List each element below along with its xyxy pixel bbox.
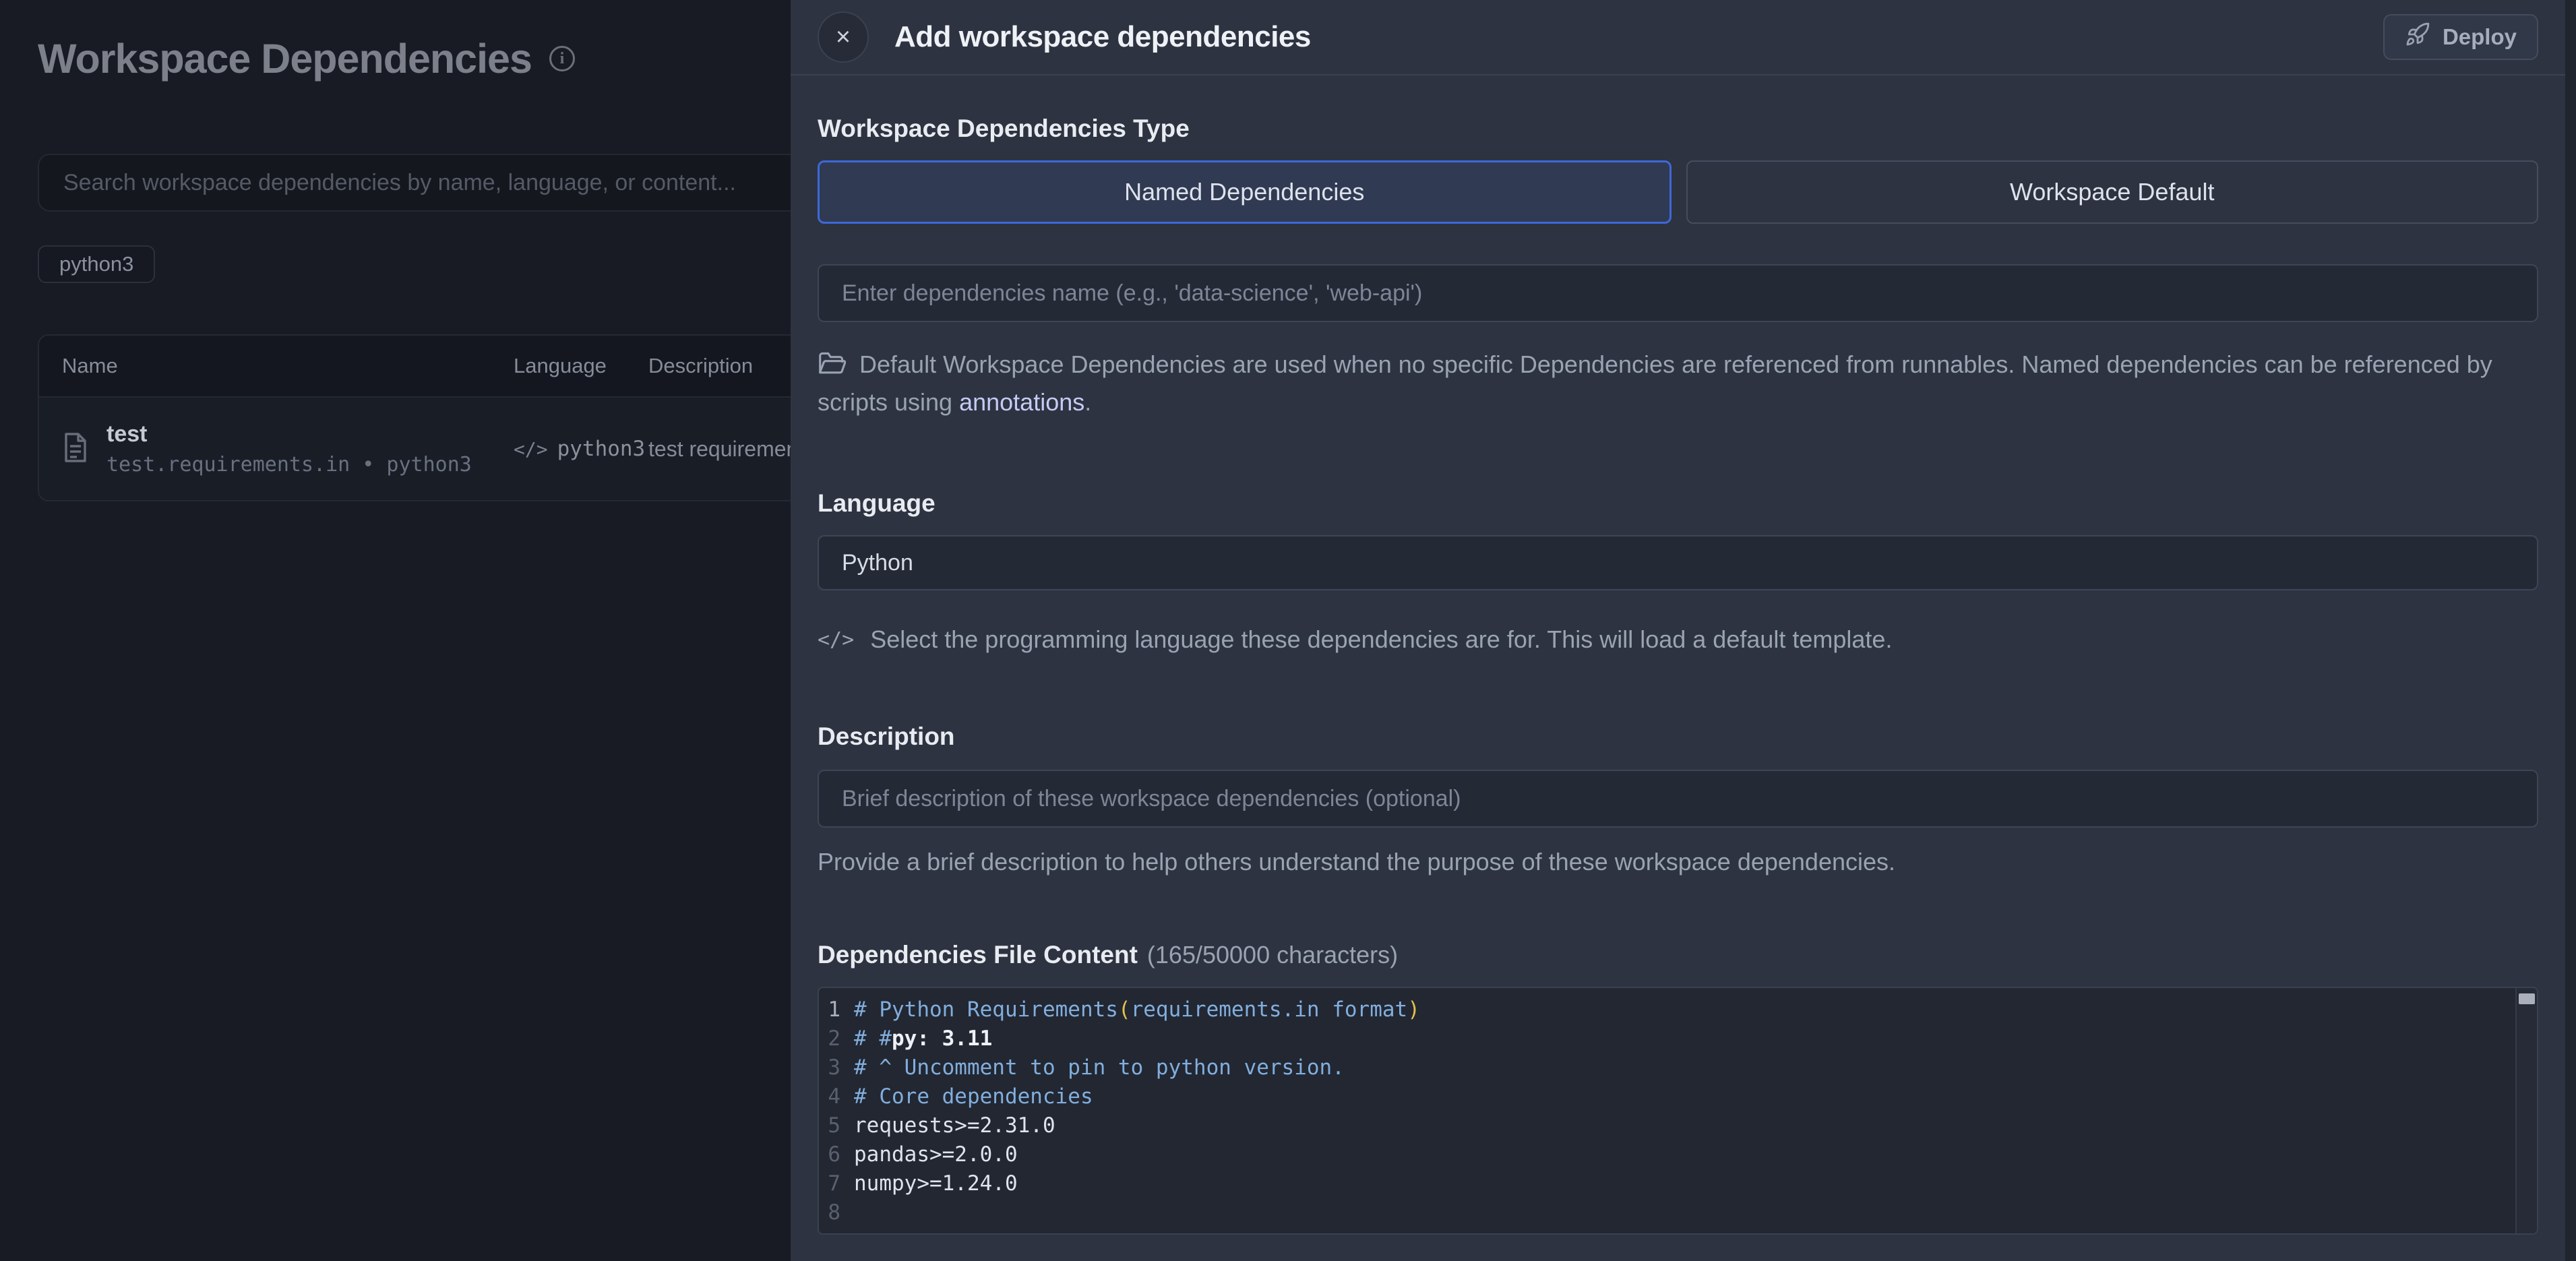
- page-title: Workspace Dependencies: [38, 35, 532, 82]
- description-input[interactable]: [818, 770, 2538, 828]
- workspace-dependencies-page: Workspace Dependencies i python3 Name La…: [0, 0, 791, 1261]
- dependency-name: test: [106, 421, 472, 448]
- column-header-name: Name: [39, 354, 514, 378]
- line-number: 1: [819, 997, 854, 1022]
- code-line: 3# ^ Uncomment to pin to python version.: [819, 1053, 2510, 1082]
- type-section-label: Workspace Dependencies Type: [818, 115, 2538, 143]
- search-input[interactable]: [63, 170, 791, 196]
- code-line: 7numpy>=1.24.0: [819, 1169, 2510, 1198]
- dependencies-name-input[interactable]: [818, 264, 2538, 322]
- editor-scrollbar[interactable]: [2515, 988, 2537, 1233]
- character-counter: (165/50000 characters): [1147, 941, 1398, 969]
- code-line: 5requests>=2.31.0: [819, 1111, 2510, 1140]
- description-section-label: Description: [818, 722, 2538, 751]
- type-option-workspace-default[interactable]: Workspace Default: [1686, 160, 2539, 224]
- column-header-language: Language: [514, 354, 648, 378]
- editor-scrollbar-thumb[interactable]: [2519, 993, 2535, 1004]
- annotations-link[interactable]: annotations: [959, 388, 1084, 416]
- code-icon: </>: [818, 628, 854, 652]
- code-line: 2# # py: 3.11: [819, 1024, 2510, 1053]
- line-number: 3: [819, 1055, 854, 1080]
- folder-open-icon: [818, 351, 846, 386]
- language-help-text: </> Select the programming language thes…: [818, 625, 2538, 654]
- code-line: 4# Core dependencies: [819, 1082, 2510, 1111]
- add-workspace-dependencies-panel: × Add workspace dependencies Deploy Work…: [791, 0, 2565, 1261]
- type-toggle-group: Named Dependencies Workspace Default: [818, 160, 2538, 224]
- deploy-button[interactable]: Deploy: [2383, 14, 2538, 60]
- panel-title: Add workspace dependencies: [894, 20, 1311, 54]
- search-box: [38, 154, 791, 212]
- panel-header: × Add workspace dependencies Deploy: [791, 0, 2565, 75]
- page-scrollbar-track: [2565, 0, 2576, 1261]
- code-line: 6pandas>=2.0.0: [819, 1140, 2510, 1169]
- dependencies-file-editor[interactable]: 1# Python Requirements (requirements.in …: [818, 987, 2538, 1235]
- info-icon[interactable]: i: [549, 46, 575, 71]
- line-number: 2: [819, 1026, 854, 1051]
- deploy-button-label: Deploy: [2443, 24, 2517, 50]
- dependencies-table: Name Language Description test: [38, 334, 791, 501]
- line-number: 5: [819, 1113, 854, 1138]
- code-line: 1# Python Requirements (requirements.in …: [819, 995, 2510, 1024]
- dependency-subtitle: test.requirements.in • python3: [106, 453, 472, 476]
- line-number: 4: [819, 1084, 854, 1109]
- language-section-label: Language: [818, 489, 2538, 518]
- code-line: 8: [819, 1198, 2510, 1227]
- type-option-named-dependencies[interactable]: Named Dependencies: [818, 160, 1672, 224]
- table-header: Name Language Description: [39, 336, 791, 398]
- close-icon[interactable]: ×: [818, 11, 869, 63]
- line-number: 6: [819, 1142, 854, 1167]
- line-number: 8: [819, 1200, 854, 1225]
- dependency-language: python3: [557, 437, 646, 461]
- file-icon: [62, 431, 89, 467]
- table-row[interactable]: test test.requirements.in • python3 </> …: [39, 398, 791, 500]
- column-header-description: Description: [648, 354, 791, 378]
- type-help-text: Default Workspace Dependencies are used …: [818, 348, 2538, 419]
- language-select[interactable]: [818, 535, 2538, 590]
- app-root: Workspace Dependencies i python3 Name La…: [0, 0, 2576, 1261]
- dependency-description: test requiremen: [648, 437, 791, 462]
- filter-chip-python3[interactable]: python3: [38, 245, 155, 283]
- code-icon: </>: [514, 438, 548, 460]
- line-number: 7: [819, 1171, 854, 1196]
- rocket-icon: [2405, 22, 2430, 53]
- content-section-label: Dependencies File Content: [818, 941, 1138, 969]
- description-help-text: Provide a brief description to help othe…: [818, 848, 2538, 876]
